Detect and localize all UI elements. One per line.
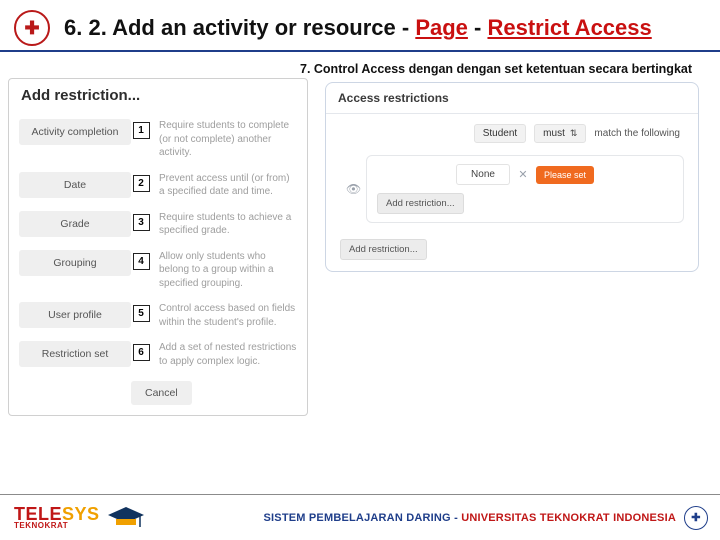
- footer-text-a: SISTEM PEMBELAJARAN DARING -: [263, 512, 461, 524]
- option-desc: Require students to achieve a specified …: [151, 211, 297, 238]
- callout-1: 1: [133, 122, 150, 139]
- option-button-grouping[interactable]: Grouping: [19, 250, 131, 276]
- option-desc: Require students to complete (or not com…: [151, 119, 297, 160]
- footer-crest-icon: ✚: [684, 506, 708, 530]
- none-dropdown[interactable]: None: [456, 164, 510, 185]
- university-crest-icon: ✚: [14, 10, 50, 46]
- match-text: match the following: [594, 128, 680, 139]
- modal-title: Add restriction...: [9, 79, 307, 114]
- option-restriction-set: Restriction set 6 Add a set of nested re…: [9, 336, 307, 373]
- callout-4: 4: [133, 253, 150, 270]
- title-em-page: Page: [415, 15, 468, 40]
- please-set-badge: Please set: [536, 166, 594, 184]
- option-desc: Control access based on fields within th…: [151, 302, 297, 329]
- option-date: Date 2 Prevent access until (or from) a …: [9, 167, 307, 204]
- student-dropdown[interactable]: Student: [474, 124, 526, 143]
- footer-text: SISTEM PEMBELAJARAN DARING - UNIVERSITAS…: [263, 506, 708, 530]
- footer-text-b: UNIVERSITAS TEKNOKRAT INDONESIA: [461, 512, 676, 524]
- eye-icon[interactable]: 👁: [346, 182, 361, 196]
- slide-title: 6. 2. Add an activity or resource - Page…: [64, 15, 652, 41]
- option-desc: Prevent access until (or from) a specifi…: [151, 172, 297, 199]
- header: ✚ 6. 2. Add an activity or resource - Pa…: [0, 6, 720, 50]
- option-button-grade[interactable]: Grade: [19, 211, 131, 237]
- callout-3: 3: [133, 214, 150, 231]
- brand-telesys: TELESYS: [14, 506, 100, 522]
- add-restriction-modal: Add restriction... Activity completion 1…: [8, 78, 308, 416]
- option-button-user-profile[interactable]: User profile: [19, 302, 131, 328]
- callout-5: 5: [133, 305, 150, 322]
- option-user-profile: User profile 5 Control access based on f…: [9, 297, 307, 334]
- title-prefix: 6. 2. Add an activity or resource -: [64, 15, 415, 40]
- footer: TELESYS TEKNOKRAT SISTEM PEMBELAJARAN DA…: [0, 494, 720, 540]
- chevron-updown-icon: ⇅: [570, 128, 578, 139]
- add-restriction-inner-button[interactable]: Add restriction...: [377, 193, 464, 214]
- cancel-button[interactable]: Cancel: [131, 381, 192, 405]
- step-subtitle: 7. Control Access dengan dengan set kete…: [300, 62, 692, 76]
- student-dropdown-label: Student: [483, 128, 517, 139]
- match-rule-row: Student must ⇅ match the following: [326, 114, 698, 149]
- callout-6: 6: [133, 344, 150, 361]
- option-activity-completion: Activity completion 1 Require students t…: [9, 114, 307, 165]
- remove-condition-icon[interactable]: ✕: [516, 168, 530, 182]
- title-sep: -: [468, 15, 488, 40]
- option-button-date[interactable]: Date: [19, 172, 131, 198]
- option-button-restriction-set[interactable]: Restriction set: [19, 341, 131, 367]
- nested-restriction-set: None ✕ Please set Add restriction...: [366, 155, 684, 223]
- title-em-restrict: Restrict Access: [487, 15, 651, 40]
- option-grouping: Grouping 4 Allow only students who belon…: [9, 245, 307, 296]
- must-dropdown[interactable]: must ⇅: [534, 124, 586, 143]
- option-desc: Add a set of nested restrictions to appl…: [151, 341, 297, 368]
- add-restriction-outer-button[interactable]: Add restriction...: [340, 239, 427, 260]
- panel-title: Access restrictions: [326, 83, 698, 107]
- option-button-activity-completion[interactable]: Activity completion: [19, 119, 131, 145]
- brand-teknokrat: TEKNOKRAT: [14, 522, 100, 529]
- header-rule: [0, 50, 720, 52]
- option-desc: Allow only students who belong to a grou…: [151, 250, 297, 291]
- graduation-cap-icon: [106, 505, 146, 531]
- must-dropdown-label: must: [543, 128, 565, 139]
- callout-2: 2: [133, 175, 150, 192]
- footer-logo: TELESYS TEKNOKRAT: [14, 505, 146, 531]
- access-restrictions-panel: Access restrictions Student must ⇅ match…: [325, 82, 699, 272]
- option-grade: Grade 3 Require students to achieve a sp…: [9, 206, 307, 243]
